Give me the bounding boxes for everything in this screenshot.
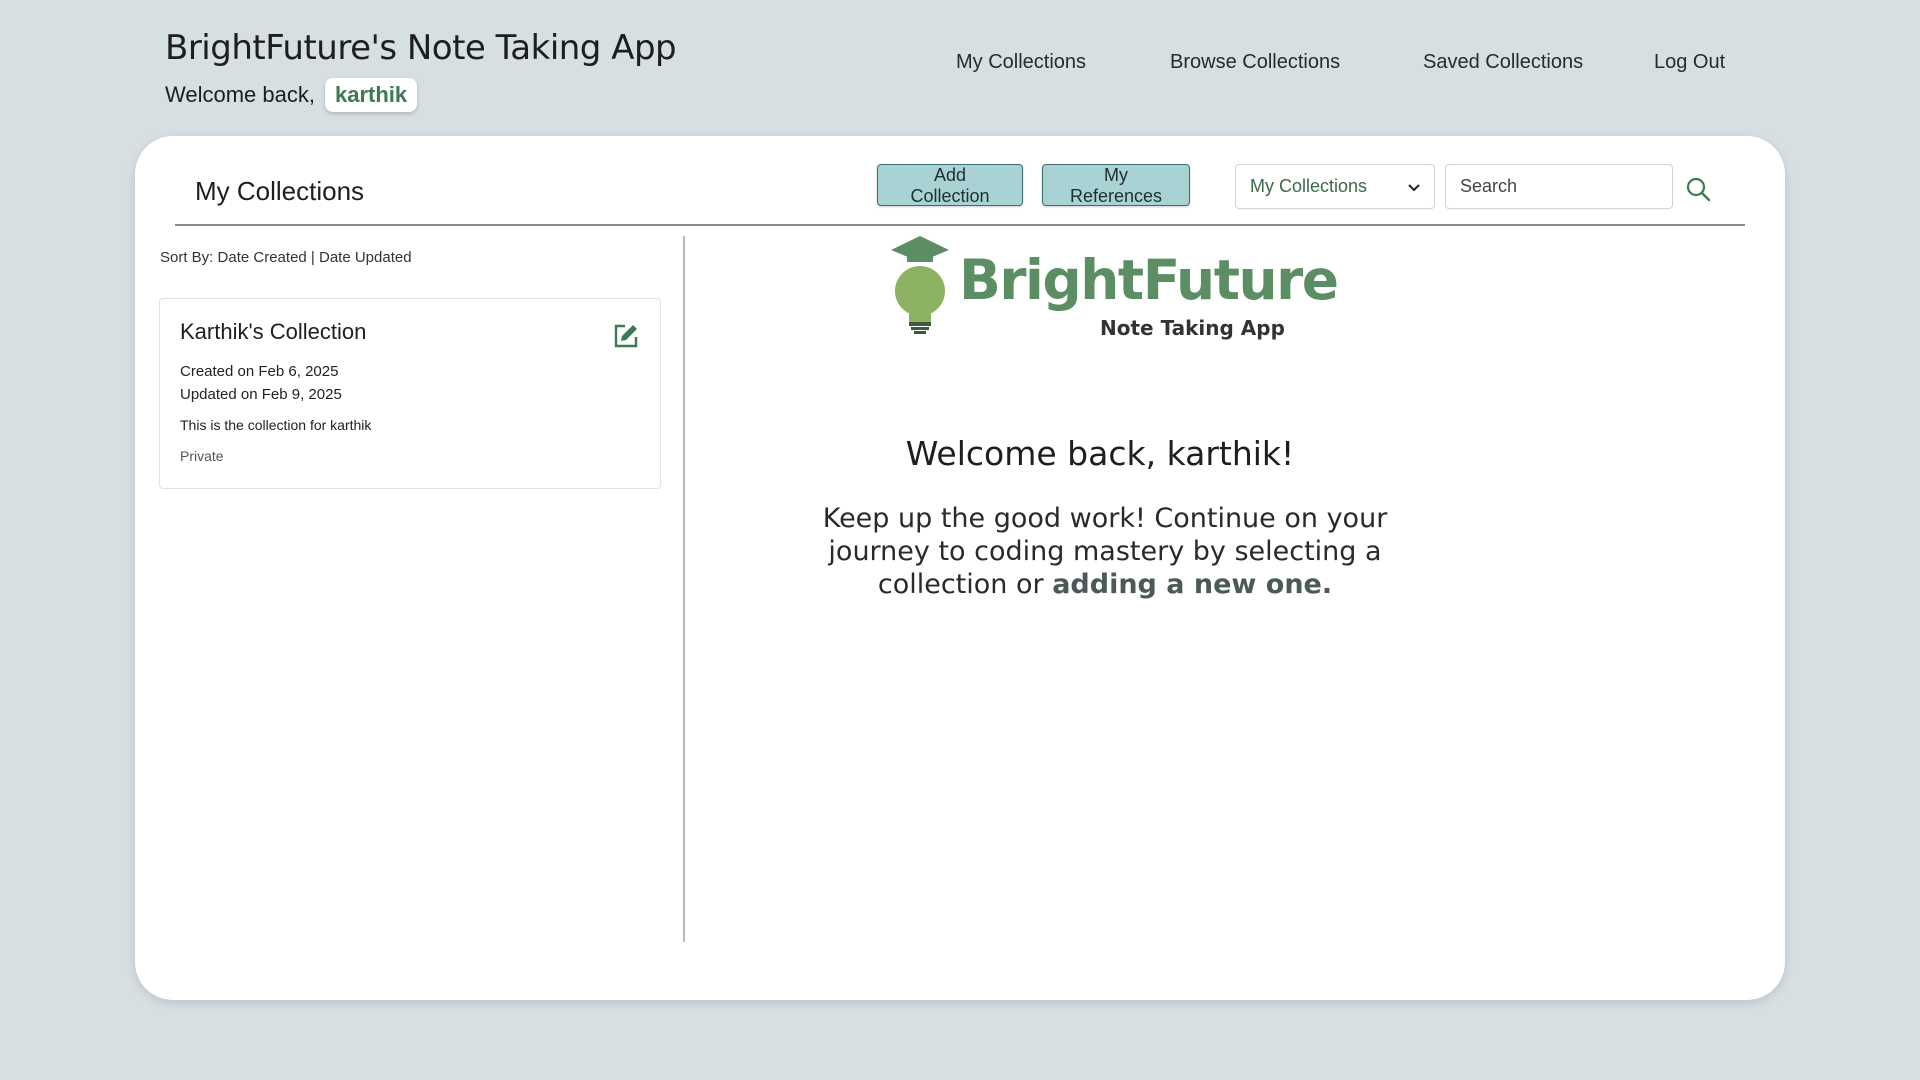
nav-browse-collections[interactable]: Browse Collections <box>1170 51 1340 74</box>
brightfuture-logo: BrightFuture Note Taking App <box>885 236 1339 346</box>
collection-visibility: Private <box>180 448 224 464</box>
nav-saved-collections[interactable]: Saved Collections <box>1423 51 1583 74</box>
add-new-collection-link[interactable]: adding a new one. <box>1052 569 1332 600</box>
welcome-body: Keep up the good work! Continue on your … <box>790 502 1420 601</box>
pane-divider <box>683 236 685 942</box>
nav-log-out[interactable]: Log Out <box>1654 51 1725 74</box>
logo-name: BrightFuture <box>959 248 1339 312</box>
page-title: My Collections <box>195 176 365 206</box>
edit-icon[interactable] <box>613 323 639 349</box>
lightbulb-graduation-cap-icon <box>885 236 955 341</box>
sort-date-updated[interactable]: Date Updated <box>319 249 412 266</box>
welcome-heading: Welcome back, karthik! <box>905 434 1295 473</box>
search-input[interactable] <box>1445 164 1673 209</box>
header-divider <box>175 224 1745 226</box>
app-title: BrightFuture's Note Taking App <box>165 28 677 68</box>
collection-filter-select[interactable]: My Collections <box>1235 164 1435 209</box>
search-icon[interactable] <box>1685 176 1711 202</box>
welcome-prefix: Welcome back, <box>165 82 315 107</box>
sort-date-created[interactable]: Date Created <box>218 249 307 266</box>
collection-title: Karthik's Collection <box>180 319 367 344</box>
welcome-row: Welcome back, karthik <box>165 78 418 112</box>
logo-subtitle: Note Taking App <box>1100 316 1285 340</box>
sort-separator: | <box>310 249 315 266</box>
username-chip: karthik <box>324 78 418 112</box>
collection-description: This is the collection for karthik <box>180 417 372 433</box>
collection-created-date: Created on Feb 6, 2025 <box>180 363 339 380</box>
sort-controls: Sort By: Date Created | Date Updated <box>160 249 412 266</box>
sort-label: Sort By: <box>160 249 214 266</box>
my-references-button[interactable]: My References <box>1042 164 1190 206</box>
nav-my-collections[interactable]: My Collections <box>956 51 1086 74</box>
add-collection-button[interactable]: Add Collection <box>877 164 1023 206</box>
collection-updated-date: Updated on Feb 9, 2025 <box>180 386 342 403</box>
chevron-down-icon <box>1408 179 1420 195</box>
collection-filter-value: My Collections <box>1250 176 1368 196</box>
